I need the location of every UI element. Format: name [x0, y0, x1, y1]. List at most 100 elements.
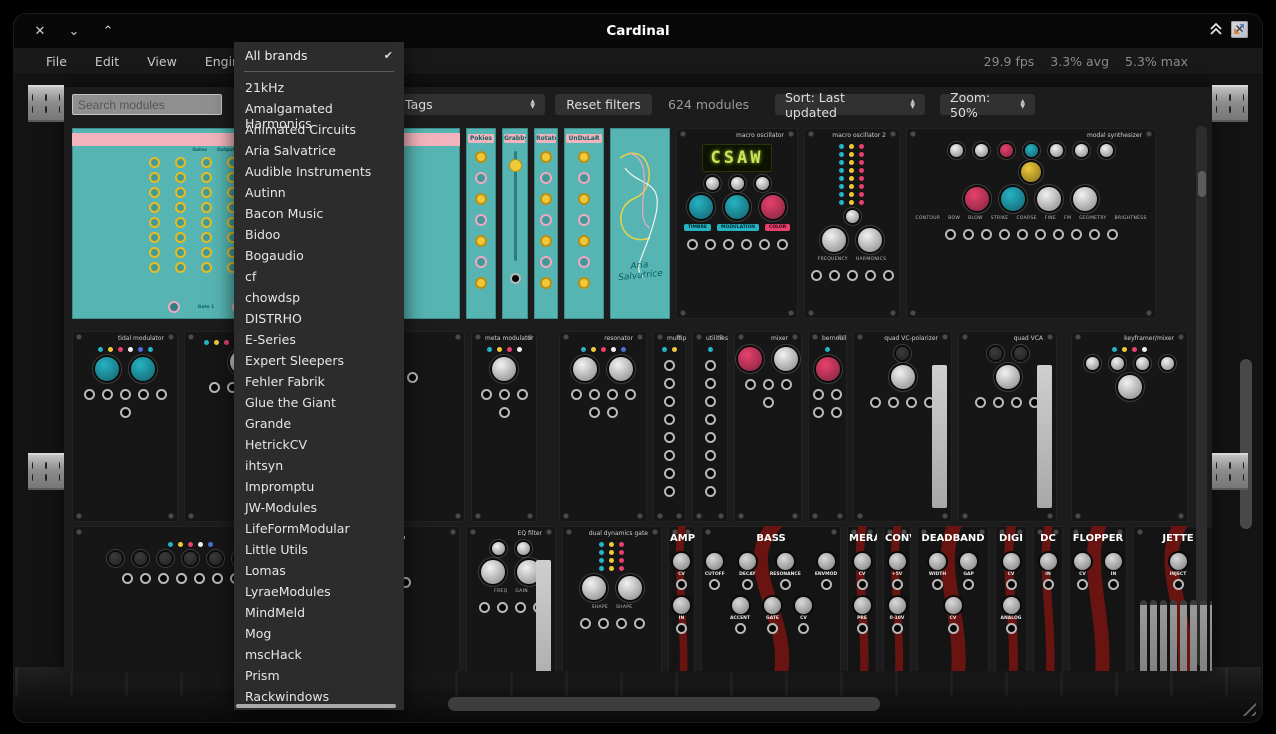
module-title: Pokies — [468, 134, 494, 143]
menu-item-bogaudio[interactable]: Bogaudio — [234, 244, 404, 265]
module-card-pokies[interactable]: Pokies — [466, 128, 496, 319]
module-card-quad-vc-polarizer[interactable]: quad VC-polarizer — [853, 331, 952, 522]
menu-item-prism[interactable]: Prism — [234, 664, 404, 685]
knob-icon — [816, 357, 840, 381]
module-card-deadband[interactable]: DEADBANDWIDTHGAPCV — [917, 526, 989, 671]
zoom-select[interactable]: Zoom: 50%▲▼ — [940, 94, 1035, 115]
menu-item-mschack[interactable]: mscHack — [234, 643, 404, 664]
module-card-grabby[interactable]: Grabby — [502, 128, 528, 319]
jack-icon — [589, 407, 600, 418]
collapse-chevrons-icon[interactable] — [1209, 22, 1223, 37]
menu-item-aria-salvatrice[interactable]: Aria Salvatrice — [234, 139, 404, 160]
menu-item-audible-instruments[interactable]: Audible Instruments — [234, 160, 404, 181]
menu-item-21khz[interactable]: 21kHz — [234, 76, 404, 97]
knob-icon — [1111, 357, 1124, 370]
module-card-untitled[interactable]: Aria Salvatrice — [610, 128, 670, 319]
menu-item-lyraemodules[interactable]: LyraeModules — [234, 580, 404, 601]
menubar-item-view[interactable]: View — [147, 54, 177, 69]
rack-rail — [28, 453, 64, 490]
menu-item-mindmeld[interactable]: MindMeld — [234, 601, 404, 622]
menu-item-chowdsp[interactable]: chowdsp — [234, 286, 404, 307]
menu-scrollbar[interactable] — [236, 704, 396, 708]
module-card-bass[interactable]: BASSCUTOFFDECAYRESONANCEENVMODACCENTGATE… — [701, 526, 841, 671]
knob-icon — [1014, 347, 1027, 360]
knob-icon — [822, 228, 846, 252]
module-card-mixer[interactable]: mixer — [734, 331, 802, 522]
led-icon — [118, 347, 123, 352]
seq-cell-icon — [149, 262, 160, 273]
app-icon[interactable]: ✕ — [1231, 21, 1248, 38]
menu-item-fehler-fabrik[interactable]: Fehler Fabrik — [234, 370, 404, 391]
module-card-bernoulli-gate[interactable]: bernoulli gate — [808, 331, 847, 522]
module-card-dual-dynamics-gate[interactable]: dual dynamics gateSHAPESHAPE — [562, 526, 662, 671]
menu-item-autinn[interactable]: Autinn — [234, 181, 404, 202]
seq-cell-icon — [201, 217, 212, 228]
panel-label: CV — [950, 616, 957, 621]
module-card-rotatoes[interactable]: Rotatoes — [534, 128, 558, 319]
module-card-tidal-modulator[interactable]: tidal modulator — [72, 331, 178, 522]
module-card-modal-synthesizer[interactable]: modal synthesizerCONTOURBOWBLOWSTRIKECOA… — [906, 128, 1156, 319]
module-card-flopper[interactable]: FLOPPERCVIN — [1069, 526, 1127, 671]
menu-item-bidoo[interactable]: Bidoo — [234, 223, 404, 244]
module-card-multiples[interactable]: multiples — [653, 331, 686, 522]
rack-horizontal-scrollbar[interactable] — [448, 697, 880, 711]
menu-item-animated-circuits[interactable]: Animated Circuits — [234, 118, 404, 139]
menu-item-hetrickcv[interactable]: HetrickCV — [234, 433, 404, 454]
menubar-item-file[interactable]: File — [46, 54, 67, 69]
module-card-resonator[interactable]: resonator — [559, 331, 647, 522]
jack-icon — [664, 450, 675, 461]
menu-item-jw-modules[interactable]: JW-Modules — [234, 496, 404, 517]
rail-screw-icon — [1243, 474, 1244, 481]
menu-item-lifeformmodular[interactable]: LifeFormModular — [234, 517, 404, 538]
module-card-jette[interactable]: JETTEINJECT — [1133, 526, 1212, 671]
led-icon — [859, 200, 864, 205]
menu-item-impromptu[interactable]: Impromptu — [234, 475, 404, 496]
tags-select[interactable]: Tags▲▼ — [395, 94, 545, 115]
menu-item-mog[interactable]: Mog — [234, 622, 404, 643]
panel-label: FM — [1064, 216, 1071, 221]
sort-select[interactable]: Sort: Last updated▲▼ — [775, 94, 925, 115]
jack-icon — [981, 229, 992, 240]
menu-item-ihtsyn[interactable]: ihtsyn — [234, 454, 404, 475]
menu-item-bacon-music[interactable]: Bacon Music — [234, 202, 404, 223]
jack-icon — [634, 618, 645, 629]
module-card-amp[interactable]: AMPCVIN — [668, 526, 695, 671]
module-card-keyframer-mixer[interactable]: keyframer/mixer — [1071, 331, 1188, 522]
knob-icon — [573, 357, 597, 381]
module-card-macro-oscillator-2[interactable]: macro oscillator 2FREQUENCYHARMONICS — [804, 128, 900, 319]
menu-item-amalgamated-harmonics[interactable]: Amalgamated Harmonics — [234, 97, 404, 118]
reset-filters-button[interactable]: Reset filters — [555, 94, 652, 115]
module-card-meta-modulator[interactable]: meta modulator — [471, 331, 537, 522]
module-card-eq-filter[interactable]: EQ filterFREQGAIN — [466, 526, 556, 671]
led-icon — [859, 168, 864, 173]
browser-scrollbar-thumb[interactable] — [1198, 171, 1206, 197]
module-card-quad-vca[interactable]: quad VCA — [958, 331, 1057, 522]
jack-icon — [763, 397, 774, 408]
led-icon — [599, 566, 604, 571]
menu-item-expert-sleepers[interactable]: Expert Sleepers — [234, 349, 404, 370]
menu-item-grande[interactable]: Grande — [234, 412, 404, 433]
menu-item-cf[interactable]: cf — [234, 265, 404, 286]
rack-vertical-scrollbar[interactable] — [1240, 359, 1252, 529]
menu-item-rackwindows[interactable]: Rackwindows — [234, 685, 404, 706]
window-title: Cardinal — [14, 23, 1262, 39]
knob-icon — [1118, 375, 1142, 399]
module-card-macro-oscillator[interactable]: macro oscillatorCSAWTIMBREMODULATIONCOLO… — [676, 128, 798, 319]
menu-item-e-series[interactable]: E-Series — [234, 328, 404, 349]
module-card-digi[interactable]: DIGICVANALOG — [995, 526, 1027, 671]
knob-icon — [492, 357, 516, 381]
module-card-dc[interactable]: DCIN — [1033, 526, 1063, 671]
menu-item-little-utils[interactable]: Little Utils — [234, 538, 404, 559]
module-card-conv[interactable]: CONV+5V0-10V — [883, 526, 911, 671]
jack-icon — [664, 468, 675, 479]
menu-item-glue-the-giant[interactable]: Glue the Giant — [234, 391, 404, 412]
search-input[interactable] — [72, 94, 222, 115]
module-card-mera[interactable]: MERACVPRE — [847, 526, 877, 671]
module-card-undular[interactable]: UnDuLaR — [564, 128, 604, 319]
menu-item-lomas[interactable]: Lomas — [234, 559, 404, 580]
menu-item-all-brands[interactable]: All brands ✔ — [234, 42, 404, 68]
menu-item-distrho[interactable]: DISTRHO — [234, 307, 404, 328]
module-card-utilities[interactable]: utilities — [692, 331, 728, 522]
menubar-item-edit[interactable]: Edit — [95, 54, 119, 69]
led-icon — [1122, 347, 1127, 352]
